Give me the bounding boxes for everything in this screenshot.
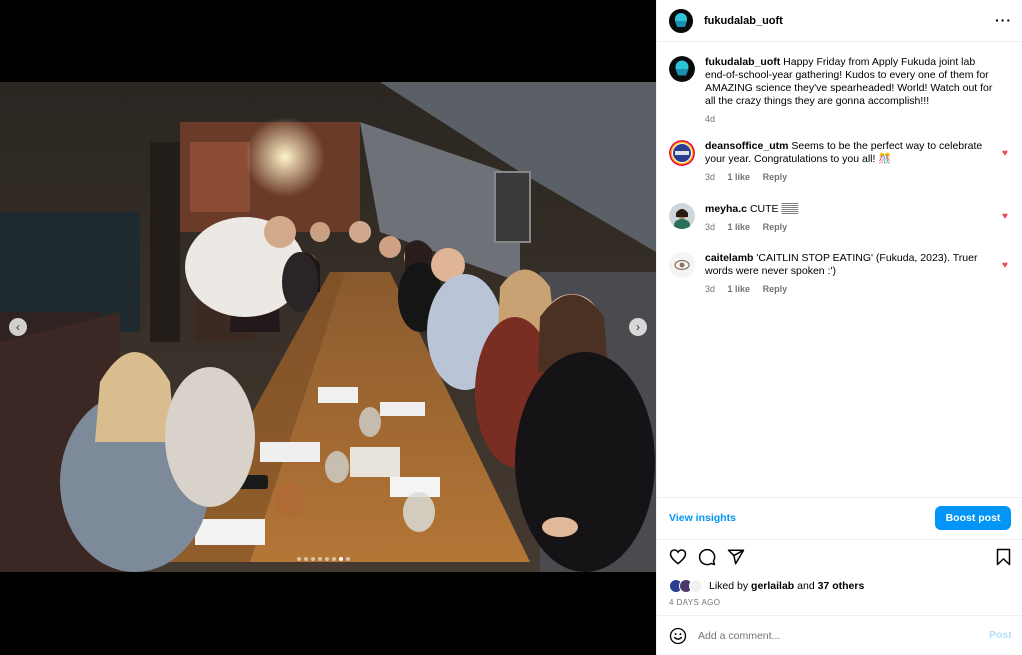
comment-like-count[interactable]: 1 like (728, 284, 751, 294)
avatar[interactable] (669, 140, 695, 166)
carousel-next-button[interactable]: › (629, 318, 647, 336)
avatar[interactable] (669, 203, 695, 229)
comment-reply-button[interactable]: Reply (763, 284, 788, 294)
comment-age: 3d (705, 284, 716, 294)
post-comment-button[interactable]: Post (989, 629, 1012, 641)
comment-age: 3d (705, 172, 716, 182)
comment-age: 3d (705, 222, 716, 232)
share-icon[interactable] (727, 548, 745, 569)
carousel-prev-button[interactable]: ‹ (9, 318, 27, 336)
post-details-panel: fukudalab_uoft ··· fukudalab_uoft Happy … (656, 0, 1022, 655)
post-viewer: ‹ › fukudalab_uoft ··· fukudalab_uoft Ha… (0, 0, 1022, 655)
post-header: fukudalab_uoft ··· (657, 0, 1022, 42)
comment-username[interactable]: meyha.c (705, 203, 747, 215)
carousel-dot (297, 557, 301, 561)
boost-post-button[interactable]: Boost post (935, 506, 1011, 530)
chevron-left-icon: ‹ (16, 320, 20, 334)
avatar[interactable] (669, 9, 693, 33)
heart-icon[interactable]: ♥ (1002, 211, 1008, 222)
liked-by-joiner: and (797, 580, 815, 592)
caption-age: 4d (705, 114, 716, 124)
carousel-dot (332, 557, 336, 561)
carousel-dot (325, 557, 329, 561)
bookmark-icon[interactable] (996, 548, 1011, 569)
liker-avatar (689, 579, 703, 593)
caption-username[interactable]: fukudalab_uoft (705, 56, 780, 68)
view-insights-link[interactable]: View insights (669, 512, 736, 524)
post-username[interactable]: fukudalab_uoft (704, 15, 783, 27)
post-photo[interactable] (0, 82, 656, 572)
comment-text: CUTE 𝄛𝄛 (749, 203, 799, 215)
carousel-indicator (297, 557, 350, 561)
carousel-dot (318, 557, 322, 561)
comment-username[interactable]: caitelamb (705, 252, 753, 264)
liked-by-user[interactable]: gerlailab (751, 580, 794, 592)
add-comment-bar: Post (657, 615, 1022, 655)
heart-outline-icon[interactable] (669, 548, 687, 568)
comment-reply-button[interactable]: Reply (763, 172, 788, 182)
heart-icon[interactable]: ♥ (1002, 260, 1008, 271)
comment-icon[interactable] (698, 548, 716, 569)
liked-by-others[interactable]: 37 others (818, 580, 865, 592)
comment-like-count[interactable]: 1 like (728, 222, 751, 232)
avatar[interactable] (669, 252, 695, 278)
carousel-dot (339, 557, 343, 561)
heart-icon[interactable]: ♥ (1002, 148, 1008, 159)
comment-reply-button[interactable]: Reply (763, 222, 788, 232)
add-comment-input[interactable] (698, 628, 958, 644)
comment-like-count[interactable]: 1 like (728, 172, 751, 182)
comment-username[interactable]: deansoffice_utm (705, 140, 788, 152)
emoji-icon[interactable] (669, 627, 687, 648)
ellipsis-icon[interactable]: ··· (995, 12, 1012, 28)
media-pane: ‹ › (0, 0, 656, 655)
insights-bar: View insights Boost post (657, 497, 1022, 540)
liked-by-prefix: Liked by (709, 580, 749, 592)
post-actions (657, 545, 1022, 571)
chevron-right-icon: › (636, 320, 640, 334)
post-age: 4 DAYS AGO (669, 598, 721, 607)
avatar[interactable] (669, 56, 695, 82)
carousel-dot (304, 557, 308, 561)
likes-summary: Liked by gerlailab and 37 others (669, 578, 864, 594)
comments-section: fukudalab_uoft Happy Friday from Apply F… (657, 42, 1022, 497)
carousel-dot (311, 557, 315, 561)
carousel-dot (346, 557, 350, 561)
